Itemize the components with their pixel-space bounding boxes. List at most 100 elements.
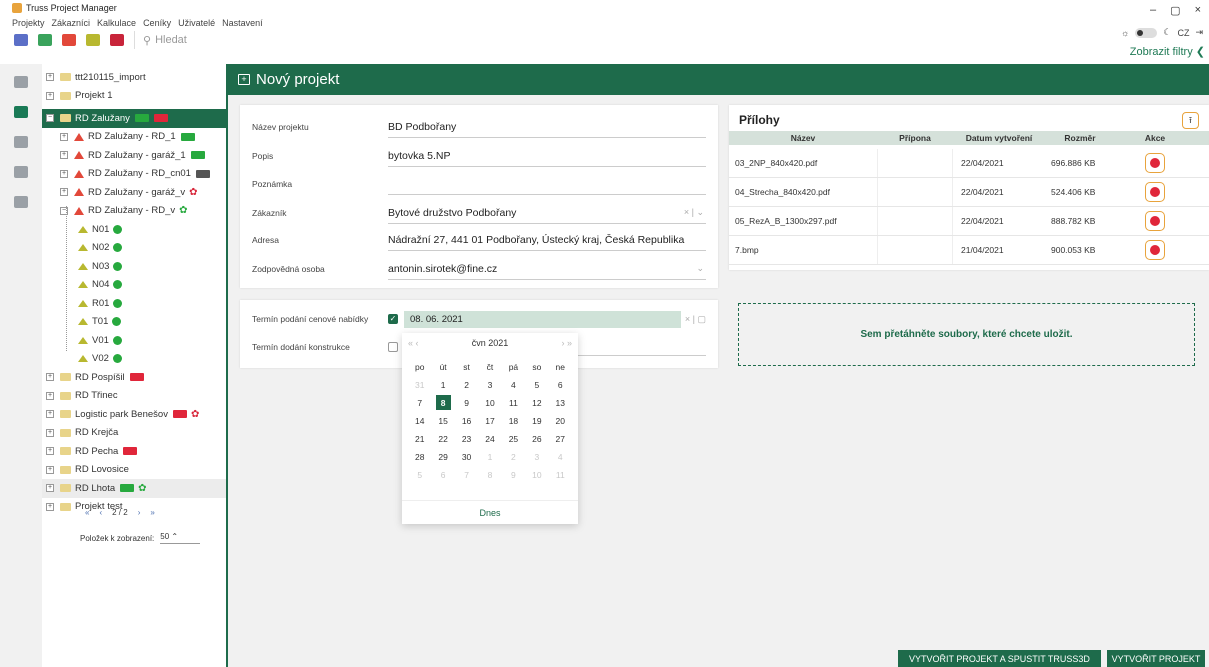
expand-toggle-icon[interactable]: +	[46, 502, 54, 511]
maximize-button[interactable]: ▢	[1170, 4, 1180, 17]
tree-node[interactable]: + RD Krejča	[42, 424, 226, 443]
tree-node[interactable]: + RD Pospíšil	[42, 368, 226, 387]
document-icon[interactable]	[110, 34, 124, 46]
pager-first[interactable]: «	[85, 508, 89, 517]
tree-node[interactable]: N04	[42, 276, 226, 295]
calendar-day[interactable]: 15	[431, 413, 454, 428]
create-project-button[interactable]: VYTVOŘIT PROJEKT	[1107, 650, 1205, 667]
calendar-day[interactable]: 3	[525, 449, 548, 464]
tree-node[interactable]: + RD Lhota ✿	[42, 479, 226, 498]
offer-date-input[interactable]: 08. 06. 2021	[404, 310, 681, 328]
tree-node[interactable]: V02	[42, 350, 226, 369]
tree-node[interactable]: + RD Zalužany - garáž_1	[42, 146, 226, 165]
calendar-day[interactable]: 5	[525, 377, 548, 392]
house-icon[interactable]	[62, 34, 76, 46]
calendar-day[interactable]: 19	[525, 413, 548, 428]
calendar-day[interactable]: 5	[408, 467, 431, 482]
calendar-day[interactable]: 28	[408, 449, 431, 464]
logout-icon[interactable]: ⇥	[1195, 27, 1203, 38]
calendar-day[interactable]: 31	[408, 377, 431, 392]
calendar-day[interactable]: 6	[431, 467, 454, 482]
delete-button[interactable]	[1145, 182, 1165, 202]
expand-toggle-icon[interactable]: +	[46, 373, 54, 382]
tree-node[interactable]: + RD Lovosice	[42, 461, 226, 480]
attachment-row[interactable]: 7.bmp 21/04/2021 900.053 KB	[729, 236, 1209, 265]
create-and-run-button[interactable]: VYTVOŘIT PROJEKT A SPUSTIT TRUSS3D	[898, 650, 1101, 667]
tree-node[interactable]: + ttt210115_import	[42, 68, 226, 87]
calendar-day[interactable]: 1	[431, 377, 454, 392]
calendar-day[interactable]: 6	[549, 377, 572, 392]
field-actions[interactable]: ⌄	[696, 263, 704, 274]
delete-button[interactable]	[1145, 211, 1165, 231]
expand-toggle-icon[interactable]: +	[46, 73, 54, 82]
field-input[interactable]: Bytové družstvo Podbořany × | ⌄	[388, 202, 706, 224]
close-button[interactable]: ×	[1195, 4, 1201, 17]
expand-toggle-icon[interactable]: +	[60, 132, 68, 141]
calendar-day[interactable]: 13	[549, 395, 572, 410]
layers-icon[interactable]	[14, 76, 28, 88]
delete-button[interactable]	[1145, 240, 1165, 260]
tree-node[interactable]: + RD Zalužany - garáž_v ✿	[42, 183, 226, 202]
attachment-row[interactable]: 05_RezA_B_1300x297.pdf 22/04/2021 888.782 …	[729, 207, 1209, 236]
expand-toggle-icon[interactable]: +	[46, 410, 54, 419]
calendar-day[interactable]: 7	[455, 467, 478, 482]
field-input[interactable]: antonin.sirotek@fine.cz ⌄	[388, 258, 706, 280]
offer-date-actions[interactable]: × | ▢	[685, 314, 706, 325]
calendar-day[interactable]: 4	[502, 377, 525, 392]
menu-zakaznici[interactable]: Zákazníci	[52, 18, 91, 28]
calendar-day[interactable]: 22	[431, 431, 454, 446]
calendar-day[interactable]: 9	[455, 395, 478, 410]
minimize-button[interactable]: –	[1150, 4, 1156, 17]
calendar-month[interactable]: čvn 2021	[472, 338, 509, 348]
tree-node[interactable]: V01	[42, 331, 226, 350]
calendar-day[interactable]: 20	[549, 413, 572, 428]
calendar-today-button[interactable]: Dnes	[402, 500, 578, 524]
users-icon[interactable]	[14, 196, 28, 208]
per-page-select[interactable]: 50 ⌃	[160, 532, 201, 544]
show-filters-link[interactable]: Zobrazit filtry ❮	[1130, 45, 1205, 58]
tree-node[interactable]: − RD Zalužany	[42, 109, 226, 128]
pager-next[interactable]: ›	[138, 508, 141, 517]
calendar-day[interactable]: 21	[408, 431, 431, 446]
pager-last[interactable]: »	[150, 508, 154, 517]
calendar-day[interactable]: 2	[455, 377, 478, 392]
tree-node[interactable]: + RD Třinec	[42, 387, 226, 406]
calendar-day[interactable]: 18	[502, 413, 525, 428]
tree-node[interactable]: T01	[42, 313, 226, 332]
attachment-row[interactable]: 03_2NP_840x420.pdf 22/04/2021 696.886 KB	[729, 149, 1209, 178]
calendar-day[interactable]: 24	[478, 431, 501, 446]
delivery-date-checkbox[interactable]	[388, 342, 398, 352]
field-input[interactable]: Nádražní 27, 441 01 Podbořany, Ústecký k…	[388, 229, 706, 251]
calendar-day[interactable]: 30	[455, 449, 478, 464]
calendar-day[interactable]: 7	[408, 395, 431, 410]
expand-toggle-icon[interactable]: +	[60, 169, 68, 178]
calendar-day[interactable]: 9	[502, 467, 525, 482]
attachment-name[interactable]: 03_2NP_840x420.pdf	[729, 149, 877, 177]
expand-toggle-icon[interactable]: +	[46, 428, 54, 437]
calendar-day[interactable]: 26	[525, 431, 548, 446]
attachment-name[interactable]: 04_Strecha_840x420.pdf	[729, 178, 877, 206]
language-selector[interactable]: CZ	[1177, 28, 1189, 38]
search-box[interactable]: ⚲ Hledat	[134, 31, 264, 49]
calendar-day[interactable]: 14	[408, 413, 431, 428]
col-name[interactable]: Název	[729, 131, 877, 145]
calendar-prev[interactable]: « ‹	[408, 338, 419, 348]
upload-button[interactable]: ⭱	[1182, 112, 1199, 129]
calendar-day[interactable]: 12	[525, 395, 548, 410]
expand-toggle-icon[interactable]: +	[46, 447, 54, 456]
calendar-day[interactable]: 11	[502, 395, 525, 410]
calendar-day[interactable]: 29	[431, 449, 454, 464]
calendar-next[interactable]: › »	[561, 338, 572, 348]
expand-toggle-icon[interactable]: +	[60, 188, 68, 197]
field-input[interactable]: BD Podbořany	[388, 116, 706, 138]
tree-node[interactable]: + RD Pecha	[42, 442, 226, 461]
calendar-day[interactable]: 8	[435, 395, 451, 410]
search-input[interactable]: Hledat	[155, 34, 187, 46]
projects-icon[interactable]	[14, 106, 28, 118]
calendar-day[interactable]: 16	[455, 413, 478, 428]
structure-icon[interactable]	[38, 34, 52, 46]
calendar-day[interactable]: 17	[478, 413, 501, 428]
menu-uzivatele[interactable]: Uživatelé	[178, 18, 215, 28]
menu-ceniky[interactable]: Ceníky	[143, 18, 171, 28]
offer-date-checkbox[interactable]: ✓	[388, 314, 398, 324]
